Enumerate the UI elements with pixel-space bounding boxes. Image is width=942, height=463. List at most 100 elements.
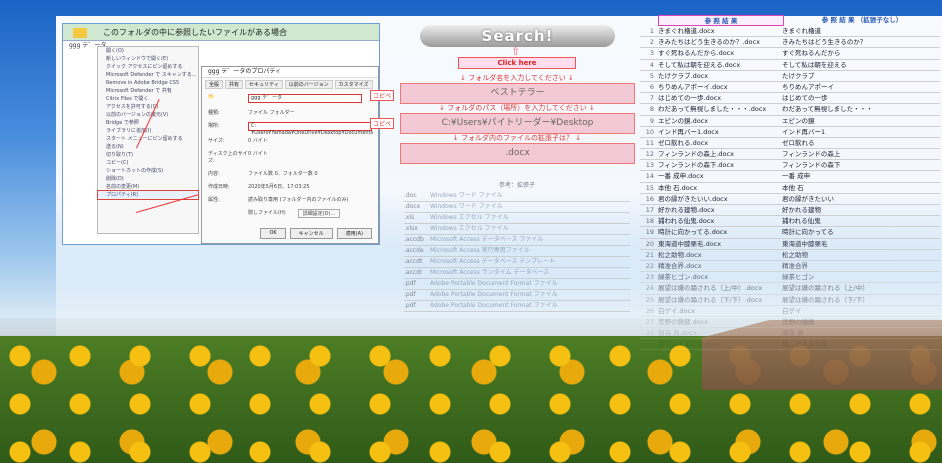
result-name-noext[interactable]: 君の縁がきたいい [782, 194, 940, 204]
context-menu-item[interactable]: Microsoft Defender で 共有 [98, 87, 198, 95]
result-filename[interactable]: エピンの鏡.docx [658, 116, 782, 126]
result-filename[interactable]: きまぐれ櫓道.docx [658, 26, 782, 36]
properties-value: ファイル数 0、フォルダー数 0 [248, 171, 318, 177]
result-name-noext[interactable]: インド再バー1 [782, 127, 940, 137]
result-filename[interactable]: フィンランドの森上.docx [658, 149, 782, 159]
result-name-noext[interactable]: 展望は嫌の踊される（下/下） [782, 295, 940, 305]
context-menu-item[interactable]: 削除(D) [98, 175, 198, 183]
results-header-full: 参 照 結 果 [658, 15, 784, 26]
properties-value[interactable]: C:¥Users¥Yamada¥OneDrive¥Desktop¥Documen… [248, 122, 373, 136]
result-filename[interactable]: インド再バー1.docx [658, 127, 782, 137]
context-menu-item[interactable]: 以前のバージョンの復元(V) [98, 111, 198, 119]
extension-input[interactable]: .docx [400, 143, 635, 164]
result-filename[interactable]: 白ゲイ.docx [658, 306, 782, 316]
properties-name-field[interactable]: ggg テ゛ータ [248, 94, 362, 103]
result-filename[interactable]: 第二のままの性.docx [658, 339, 782, 349]
search-button[interactable]: Search! [420, 25, 615, 47]
properties-tab[interactable]: 全般 [205, 80, 224, 89]
result-name-noext[interactable]: 時計に向かってる [782, 227, 940, 237]
result-name-noext[interactable]: フィンランドの森上 [782, 149, 940, 159]
result-name-noext[interactable]: フィンランドの森下 [782, 160, 940, 170]
detail-button[interactable]: 詳細設定(D)... [297, 209, 341, 218]
result-name-noext[interactable]: エピンの鏡 [782, 116, 940, 126]
result-name-noext[interactable]: 一番 成申 [782, 171, 940, 181]
result-filename[interactable]: 一番 成申.docx [658, 171, 782, 181]
context-menu-item[interactable]: 開く(O) [98, 47, 198, 55]
result-filename[interactable]: 捕われる仙鬼.docx [658, 216, 782, 226]
result-filename[interactable]: 精准合界.docx [658, 261, 782, 271]
result-filename[interactable]: 展望は嫌の踊される（上/中）.docx [658, 283, 782, 293]
result-name-noext[interactable]: 第二のままの性 [782, 339, 940, 349]
result-name-noext[interactable]: 東海道中膝栗毛 [782, 239, 940, 249]
result-filename[interactable]: 緑茶ヒゴン.docx [658, 272, 782, 282]
click-here-label[interactable]: Click here [458, 57, 576, 69]
result-name-noext[interactable]: きみたちはどう生きるのか？ [782, 37, 940, 47]
properties-tab[interactable]: 共有 [225, 80, 244, 89]
result-filename[interactable]: 頭嶺 真.docx [658, 328, 782, 338]
result-name-noext[interactable]: 精准合界 [782, 261, 940, 271]
result-name-noext[interactable]: すぐ死ねるんだから [782, 48, 940, 58]
row-number: 2 [649, 38, 654, 47]
result-name-noext[interactable]: はじめての一歩 [782, 93, 940, 103]
result-filename[interactable]: 時計に向かってる.docx [658, 227, 782, 237]
result-name-noext[interactable]: そして私は朝を迎える [782, 60, 940, 70]
result-name-noext[interactable]: 捕われる仙鬼 [782, 216, 940, 226]
properties-key: 属性: [208, 197, 220, 203]
result-name-noext[interactable]: 本他 石 [782, 183, 940, 193]
result-filename[interactable]: 荒野の鏡鍵.docx [658, 317, 782, 327]
result-filename[interactable]: 君の縁がきたいい.docx [658, 194, 782, 204]
context-menu-item[interactable]: 切り取り(T) [98, 151, 198, 159]
result-name-noext[interactable]: 好かれる建物 [782, 205, 940, 215]
context-menu-item[interactable]: 送る(N) [98, 143, 198, 151]
context-menu-item[interactable]: スタート メニューにピン留めする [98, 135, 198, 143]
properties-tab[interactable]: 以前のバージョン [284, 80, 333, 89]
result-name-noext[interactable]: 白ゲイ [782, 306, 940, 316]
result-name-noext[interactable]: きまぐれ櫓道 [782, 26, 940, 36]
result-name-noext[interactable]: 荒野の鏡鍵 [782, 317, 940, 327]
result-filename[interactable]: きみたちはどう生きるのか？.docx [658, 37, 782, 47]
result-filename[interactable]: フィンランドの森下.docx [658, 160, 782, 170]
context-menu-item[interactable]: Remove in Adobe Bridge CS5 [98, 79, 198, 87]
dialog-button[interactable]: キャンセル [289, 228, 333, 239]
result-filename[interactable]: そして私は朝を迎える.docx [658, 60, 782, 70]
result-filename[interactable]: わだあって無視しました・・・.docx [658, 104, 782, 114]
dialog-button[interactable]: OK [260, 228, 286, 239]
result-name-noext[interactable]: 頭嶺 真 [782, 328, 940, 338]
properties-tab[interactable]: カスタマイズ [334, 80, 373, 89]
table-row: 28 頭嶺 真.docx 頭嶺 真 [640, 328, 940, 340]
result-filename[interactable]: ゼロ飲れる.docx [658, 138, 782, 148]
context-menu-item[interactable]: Microsoft Defender で スキャンする... [98, 71, 198, 79]
properties-row: 場所: C:¥Users¥Yamada¥OneDrive¥Desktop¥Docu… [202, 119, 378, 136]
result-filename[interactable]: 好かれる建物.docx [658, 205, 782, 215]
context-menu-item[interactable]: クイック アクセスにピン留めする [98, 63, 198, 71]
result-filename[interactable]: 展望は嫌の踊される（下/下）.docx [658, 295, 782, 305]
context-menu-item[interactable]: Citrix Files で開く [98, 95, 198, 103]
result-filename[interactable]: ちりめんアポーイ.docx [658, 82, 782, 92]
result-name-noext[interactable]: 緑茶ヒゴン [782, 272, 940, 282]
properties-tab[interactable]: セキュリティ [245, 80, 283, 89]
context-menu-item[interactable]: ライブラリに追加(I) [98, 127, 198, 135]
context-menu-item[interactable]: 新しいウィンドウで開く(E) [98, 55, 198, 63]
result-name-noext[interactable]: ゼロ飲れる [782, 138, 940, 148]
result-filename[interactable]: 松之助物.docx [658, 250, 782, 260]
result-name-noext[interactable]: 松之助物 [782, 250, 940, 260]
result-filename[interactable]: すぐ死ねるんだから.docx [658, 48, 782, 58]
properties-value: 読み取り専用 (フォルダー内のファイルのみ) [248, 197, 349, 203]
hidden-checkbox[interactable]: 隠しファイル(H) [248, 209, 286, 218]
result-name-noext[interactable]: たけクラブ [782, 71, 940, 81]
result-filename[interactable]: 東海道中膝栗毛.docx [658, 239, 782, 249]
folder-name-input[interactable]: ベストテラー [400, 83, 635, 104]
context-menu-item[interactable]: 名前の変更(M) [98, 183, 198, 191]
extension-row: .docx Windows ワード ファイル [404, 202, 630, 213]
context-menu-item[interactable]: アクセスを許可する(G) [98, 103, 198, 111]
result-filename[interactable]: 本他 石.docx [658, 183, 782, 193]
dialog-button[interactable]: 適用(A) [336, 228, 372, 239]
result-name-noext[interactable]: ちりめんアポーイ [782, 82, 940, 92]
result-filename[interactable]: はじめての一歩.docx [658, 93, 782, 103]
result-filename[interactable]: たけクラブ.docx [658, 71, 782, 81]
result-name-noext[interactable]: わだあって無視しました・・・ [782, 104, 940, 114]
context-menu-item[interactable]: ショートカットの作成(S) [98, 167, 198, 175]
context-menu-item[interactable]: コピー(C) [98, 159, 198, 167]
result-name-noext[interactable]: 展望は嫌の踊される（上/中） [782, 283, 940, 293]
folder-path-input[interactable]: C:¥Users¥パイトリーダー¥Desktop [400, 113, 635, 134]
